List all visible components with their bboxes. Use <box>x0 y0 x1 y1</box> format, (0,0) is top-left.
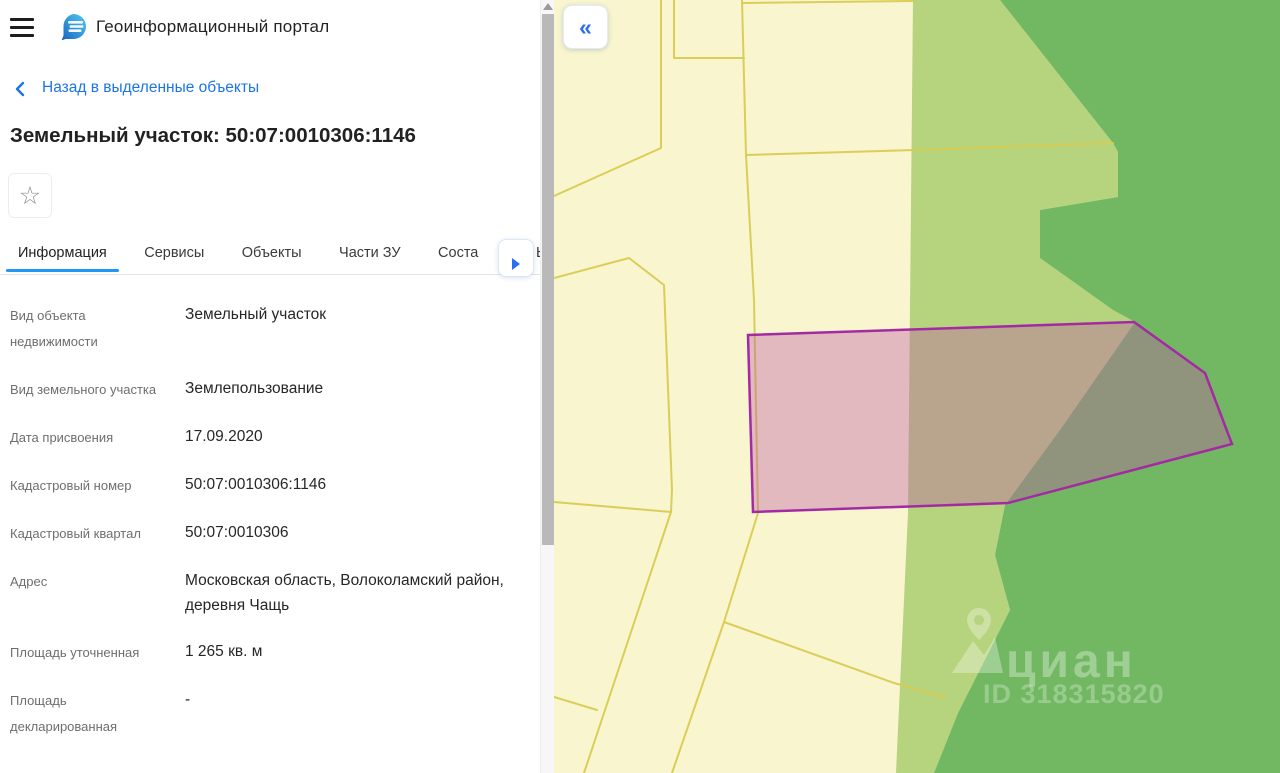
attribute-label: Дата присвоения <box>10 422 173 451</box>
attribute-value: 50:07:0010306:1146 <box>185 470 530 499</box>
attribute-value: Земельный участок <box>185 300 530 355</box>
tab-services[interactable]: Сервисы <box>144 236 204 271</box>
back-link-label: Назад в выделенные объекты <box>42 79 259 97</box>
header: Геоинформационный портал <box>0 0 540 56</box>
chevron-right-icon <box>512 258 520 270</box>
attributes-list: Вид объекта недвижимости Земельный участ… <box>10 300 530 759</box>
tab-composition[interactable]: Соста <box>438 236 478 271</box>
map-layers: циан ID 318315820 <box>554 0 1280 773</box>
page-title: Земельный участок: 50:07:0010306:1146 <box>10 124 520 148</box>
svg-text:ID 318315820: ID 318315820 <box>983 679 1165 709</box>
tab-scroll-right-button[interactable] <box>498 239 534 277</box>
object-info-panel: Геоинформационный портал Назад в выделен… <box>0 0 540 773</box>
attribute-label: Площадь декларированная <box>10 685 173 740</box>
collapse-panel-button[interactable]: « <box>563 5 608 49</box>
tab-parcel-parts[interactable]: Части ЗУ <box>339 236 401 271</box>
attribute-row: Вид земельного участка Землепользование <box>10 374 530 403</box>
attribute-row: Кадастровый номер 50:07:0010306:1146 <box>10 470 530 499</box>
tab-information[interactable]: Информация <box>18 236 107 271</box>
attribute-row: Кадастровый квартал 50:07:0010306 <box>10 518 530 547</box>
back-chevron-icon <box>14 81 26 102</box>
attribute-value: 50:07:0010306 <box>185 518 530 547</box>
tab-bar: Информация Сервисы Объекты Части ЗУ Сост… <box>0 236 540 275</box>
scrollbar-up-icon[interactable] <box>543 3 553 10</box>
portal-logo-icon <box>60 13 87 40</box>
app-title: Геоинформационный портал <box>96 17 329 37</box>
attribute-label: Кадастровый квартал <box>10 518 173 547</box>
star-icon: ☆ <box>15 175 45 218</box>
attribute-label: Площадь уточненная <box>10 637 173 666</box>
collapse-sidebar-icon: « <box>570 7 601 47</box>
attribute-row: Адрес Московская область, Волоколамский … <box>10 566 530 618</box>
attribute-value: 1 265 кв. м <box>185 637 530 666</box>
attribute-label: Вид объекта недвижимости <box>10 300 173 355</box>
attribute-value: 17.09.2020 <box>185 422 530 451</box>
attribute-row: Площадь уточненная 1 265 кв. м <box>10 637 530 666</box>
attribute-value: Землепользование <box>185 374 530 403</box>
attribute-row: Вид объекта недвижимости Земельный участ… <box>10 300 530 355</box>
attribute-row: Площадь декларированная - <box>10 685 530 740</box>
attribute-row: Дата присвоения 17.09.2020 <box>10 422 530 451</box>
geoportal-app: Геоинформационный портал Назад в выделен… <box>0 0 1280 773</box>
tab-objects[interactable]: Объекты <box>242 236 302 271</box>
attribute-label: Вид земельного участка <box>10 374 173 403</box>
favorite-star-button[interactable]: ☆ <box>8 173 52 218</box>
hamburger-menu-icon[interactable] <box>10 17 34 37</box>
attribute-label: Адрес <box>10 566 173 618</box>
scrollbar-thumb[interactable] <box>542 14 554 545</box>
attribute-value: - <box>185 685 530 740</box>
map-canvas[interactable]: циан ID 318315820 « <box>554 0 1280 773</box>
panel-scrollbar[interactable] <box>540 0 554 773</box>
attribute-label: Кадастровый номер <box>10 470 173 499</box>
attribute-value: Московская область, Волоколамский район,… <box>185 566 530 618</box>
